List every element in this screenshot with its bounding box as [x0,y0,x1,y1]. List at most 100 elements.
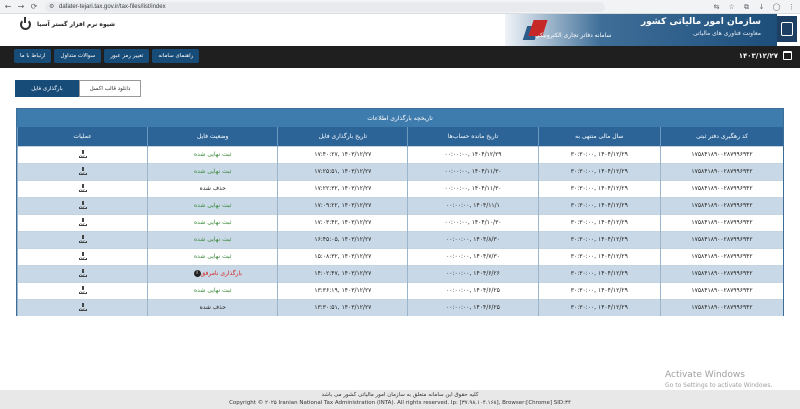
logout-icon[interactable] [20,17,31,30]
cell-file-status: حذف شده [147,298,278,316]
cell-tracking-code: ۱۷۵۸۴۱۸۹۰۰۲۸۷۹۹۶۹۴۲ [660,264,783,282]
cell-fiscal-year: ۱۴۰۴/۱۲/۲۹ ,۳۰:۳۰:۰۰ [537,230,661,248]
browser-toolbar: ← → ⟳ ⚙ dafater-tejari.tax.gov.ir/tax-fi… [0,0,800,14]
upload-history-panel: تاریخچه بارگذاری اطلاعات کد رهگیری دفتر … [16,108,784,316]
cell-file-status-text: ثبت نهایی شده [194,219,232,226]
cell-fiscal-year-text: ۱۴۰۴/۱۲/۲۹ ,۳۰:۳۰:۰۰ [570,304,628,312]
action-bar: بارگذاری فایل دانلود قالب اکسل [15,80,141,97]
nav-contact-us[interactable]: ارتباط با ما [14,49,52,63]
col-fiscal-year: سال مالی منتهی به [537,127,661,146]
table-row: ۱۷۵۸۴۱۸۹۰۰۲۸۷۹۹۶۹۴۲ ۱۴۰۴/۱۲/۲۹ ,۳۰:۳۰:۰۰ ۱… [16,179,783,197]
translate-icon[interactable]: ⇆ [712,2,721,12]
download-icon[interactable] [78,166,87,175]
download-icon[interactable] [78,183,87,192]
cell-file-status: ثبت نهایی شده [147,247,278,265]
page-footer: کلیه حقوق این سامانه متعلق به سازمان امو… [0,390,800,409]
error-info-icon[interactable]: i [193,270,201,277]
cell-fiscal-year-text: ۱۴۰۴/۱۲/۲۹ ,۳۰:۳۰:۰۰ [570,168,628,175]
download-icon[interactable] [78,149,87,158]
cell-fiscal-year: ۱۴۰۴/۱۲/۲۹ ,۳۰:۳۰:۰۰ [537,145,661,163]
cell-balance-date-text: ۱۴۰۴/۷/۳۰ ,۰۰:۰۰:۰۰ [446,253,500,260]
cell-balance-date: ۱۴۰۴/۱۰/۳۰ ,۰۰:۰۰:۰۰ [407,213,539,231]
cell-tracking-code: ۱۷۵۸۴۱۸۹۰۰۲۸۷۹۹۶۹۴۲ [660,230,783,248]
download-icon[interactable] [78,234,87,243]
reload-icon[interactable]: ⟳ [29,2,39,12]
cell-fiscal-year: ۱۴۰۴/۱۲/۲۹ ,۳۰:۳۰:۰۰ [537,264,661,282]
cell-upload-date-text: ۱۴۰۳/۱۲/۲۷ ,۱۳:۳۰:۵۱ [314,304,372,312]
cell-upload-date: ۱۴۰۳/۱۲/۲۷ ,۱۳:۳۶:۱۹ [277,281,408,299]
table-row: ۱۷۵۸۴۱۸۹۰۰۲۸۷۹۹۶۹۴۲ ۱۴۰۴/۱۲/۲۹ ,۳۰:۳۰:۰۰ ۱… [16,281,783,299]
menu-icon[interactable]: ⋮ [787,2,796,12]
download-icon[interactable] [78,200,87,209]
cell-balance-date-text: ۱۴۰۴/۶/۲۵ ,۰۰:۰۰:۰۰ [446,287,500,294]
cell-fiscal-year: ۱۴۰۴/۱۲/۲۹ ,۳۰:۳۰:۰۰ [537,298,661,316]
cell-operations [16,162,148,180]
current-date: ۱۴۰۳/۱۲/۲۷ [739,51,792,60]
col-upload-date: تاریخ بارگذاری فایل [277,127,408,146]
download-icon[interactable] [78,302,87,311]
download-icon[interactable] [78,251,87,260]
back-icon[interactable]: ← [3,2,13,12]
table-row: ۱۷۵۸۴۱۸۹۰۰۲۸۷۹۹۶۹۴۲ ۱۴۰۴/۱۲/۲۹ ,۳۰:۳۰:۰۰ ۱… [16,145,783,163]
site-info-icon[interactable]: ⚙ [49,3,57,10]
upload-history-table: کد رهگیری دفتر ثبتی سال مالی منتهی به تا… [16,127,783,316]
watermark-subtitle: Go to Settings to activate Windows. [665,382,773,389]
org-subtitle: معاونت فناوری های مالیاتی [693,30,761,37]
date-text: ۱۴۰۳/۱۲/۲۷ [738,51,778,60]
cell-upload-date: ۱۴۰۳/۱۲/۲۷ ,۱۶:۴۵:۰۵ [277,230,408,248]
nav-faq[interactable]: سوالات متداول [54,49,102,63]
cell-balance-date-text: ۱۴۰۴/۸/۳۰ ,۰۰:۰۰:۰۰ [446,236,500,243]
cell-upload-date: ۱۴۰۳/۱۲/۲۷ ,۱۷:۲۵:۵۱ [277,162,408,180]
cell-file-status: ثبت نهایی شده [147,281,278,299]
download-excel-template-button[interactable]: دانلود قالب اکسل [79,80,141,97]
cell-fiscal-year: ۱۴۰۴/۱۲/۲۹ ,۳۰:۳۰:۰۰ [537,213,661,231]
cell-upload-date-text: ۱۴۰۳/۱۲/۲۷ ,۱۷:۰۳:۴۲ [314,219,372,226]
cell-tracking-code: ۱۷۵۸۴۱۸۹۰۰۲۸۷۹۹۶۹۴۲ [660,179,783,197]
cell-file-status: ثبت نهایی شده [147,162,278,180]
cell-balance-date: ۱۴۰۴/۱۱/۳۰ ,۰۰:۰۰:۰۰ [407,162,539,180]
downloads-icon[interactable]: ↓ [757,2,766,12]
address-bar[interactable]: ⚙ dafater-tejari.tax.gov.ir/tax-files/li… [45,1,605,12]
cell-balance-date: ۱۴۰۴/۸/۳۰ ,۰۰:۰۰:۰۰ [407,230,539,248]
calendar-icon [783,51,792,60]
cell-upload-date-text: ۱۴۰۳/۱۲/۲۷ ,۱۵:۰۸:۳۲ [314,253,372,260]
forward-icon[interactable]: → [16,2,26,12]
cell-balance-date: ۱۴۰۴/۶/۲۵ ,۰۰:۰۰:۰۰ [407,281,539,299]
cell-balance-date-text: ۱۴۰۴/۱۰/۳۰ ,۰۰:۰۰:۰۰ [444,219,502,226]
bookmark-icon[interactable]: ☆ [727,2,736,12]
download-icon[interactable] [78,285,87,294]
cell-file-status-text: ثبت نهایی شده [194,151,232,158]
cell-operations [16,281,148,299]
cell-fiscal-year-text: ۱۴۰۴/۱۲/۲۹ ,۳۰:۳۰:۰۰ [570,219,628,226]
nav-system-guide[interactable]: راهنمای سامانه [152,49,200,63]
upload-file-button[interactable]: بارگذاری فایل [15,80,79,97]
activate-windows-watermark: Activate Windows Go to Settings to activ… [665,370,772,389]
download-icon[interactable] [78,268,87,277]
cell-file-status-text: ثبت نهایی شده [194,236,232,243]
extensions-icon[interactable]: ⧉ [742,2,751,12]
cell-upload-date: ۱۴۰۳/۱۲/۲۷ ,۱۷:۰۹:۲۲ [277,196,408,214]
profile-icon[interactable]: ◯ [772,2,781,12]
cell-tracking-code-text: ۱۷۵۸۴۱۸۹۰۰۲۸۷۹۹۶۹۴۲ [691,185,753,192]
cell-fiscal-year-text: ۱۴۰۴/۱۲/۲۹ ,۳۰:۳۰:۰۰ [570,253,628,260]
table-row: ۱۷۵۸۴۱۸۹۰۰۲۸۷۹۹۶۹۴۲ ۱۴۰۴/۱۲/۲۹ ,۳۰:۳۰:۰۰ ۱… [16,213,783,231]
download-icon[interactable] [78,217,87,226]
cell-fiscal-year-text: ۱۴۰۴/۱۲/۲۹ ,۳۰:۳۰:۰۰ [570,270,628,277]
cell-file-status-text: ثبت نهایی شده [194,253,232,260]
cell-upload-date: ۱۴۰۳/۱۲/۲۷ ,۱۷:۴۰:۲۷ [277,145,408,163]
table-row: ۱۷۵۸۴۱۸۹۰۰۲۸۷۹۹۶۹۴۲ ۱۴۰۴/۱۲/۲۹ ,۳۰:۳۰:۰۰ ۱… [16,230,783,248]
cell-upload-date-text: ۱۴۰۳/۱۲/۲۷ ,۱۷:۰۹:۲۲ [314,202,372,209]
cell-operations [16,145,148,163]
cell-tracking-code-text: ۱۷۵۸۴۱۸۹۰۰۲۸۷۹۹۶۹۴۲ [691,270,753,277]
nav-change-password[interactable]: تغییر رمز عبور [104,49,150,63]
footer-rights: کلیه حقوق این سامانه متعلق به سازمان امو… [321,392,479,398]
cell-file-status: ثبت نهایی شده [147,230,278,248]
table-row: ۱۷۵۸۴۱۸۹۰۰۲۸۷۹۹۶۹۴۲ ۱۴۰۴/۱۲/۲۹ ,۳۰:۳۰:۰۰ ۱… [16,298,783,316]
cell-balance-date-text: ۱۴۰۴/۱۲/۲۹ ,۰۰:۰۰:۰۰ [444,151,502,158]
cell-fiscal-year: ۱۴۰۴/۱۲/۲۹ ,۳۰:۳۰:۰۰ [537,179,661,197]
cell-fiscal-year: ۱۴۰۴/۱۲/۲۹ ,۳۰:۳۰:۰۰ [537,196,661,214]
cell-file-status-text: ثبت نهایی شده [194,202,232,209]
cell-balance-date-text: ۱۴۰۴/۶/۲۶ ,۰۰:۰۰:۰۰ [446,270,500,277]
watermark-title: Activate Windows [665,370,745,380]
org-logo [777,16,797,42]
